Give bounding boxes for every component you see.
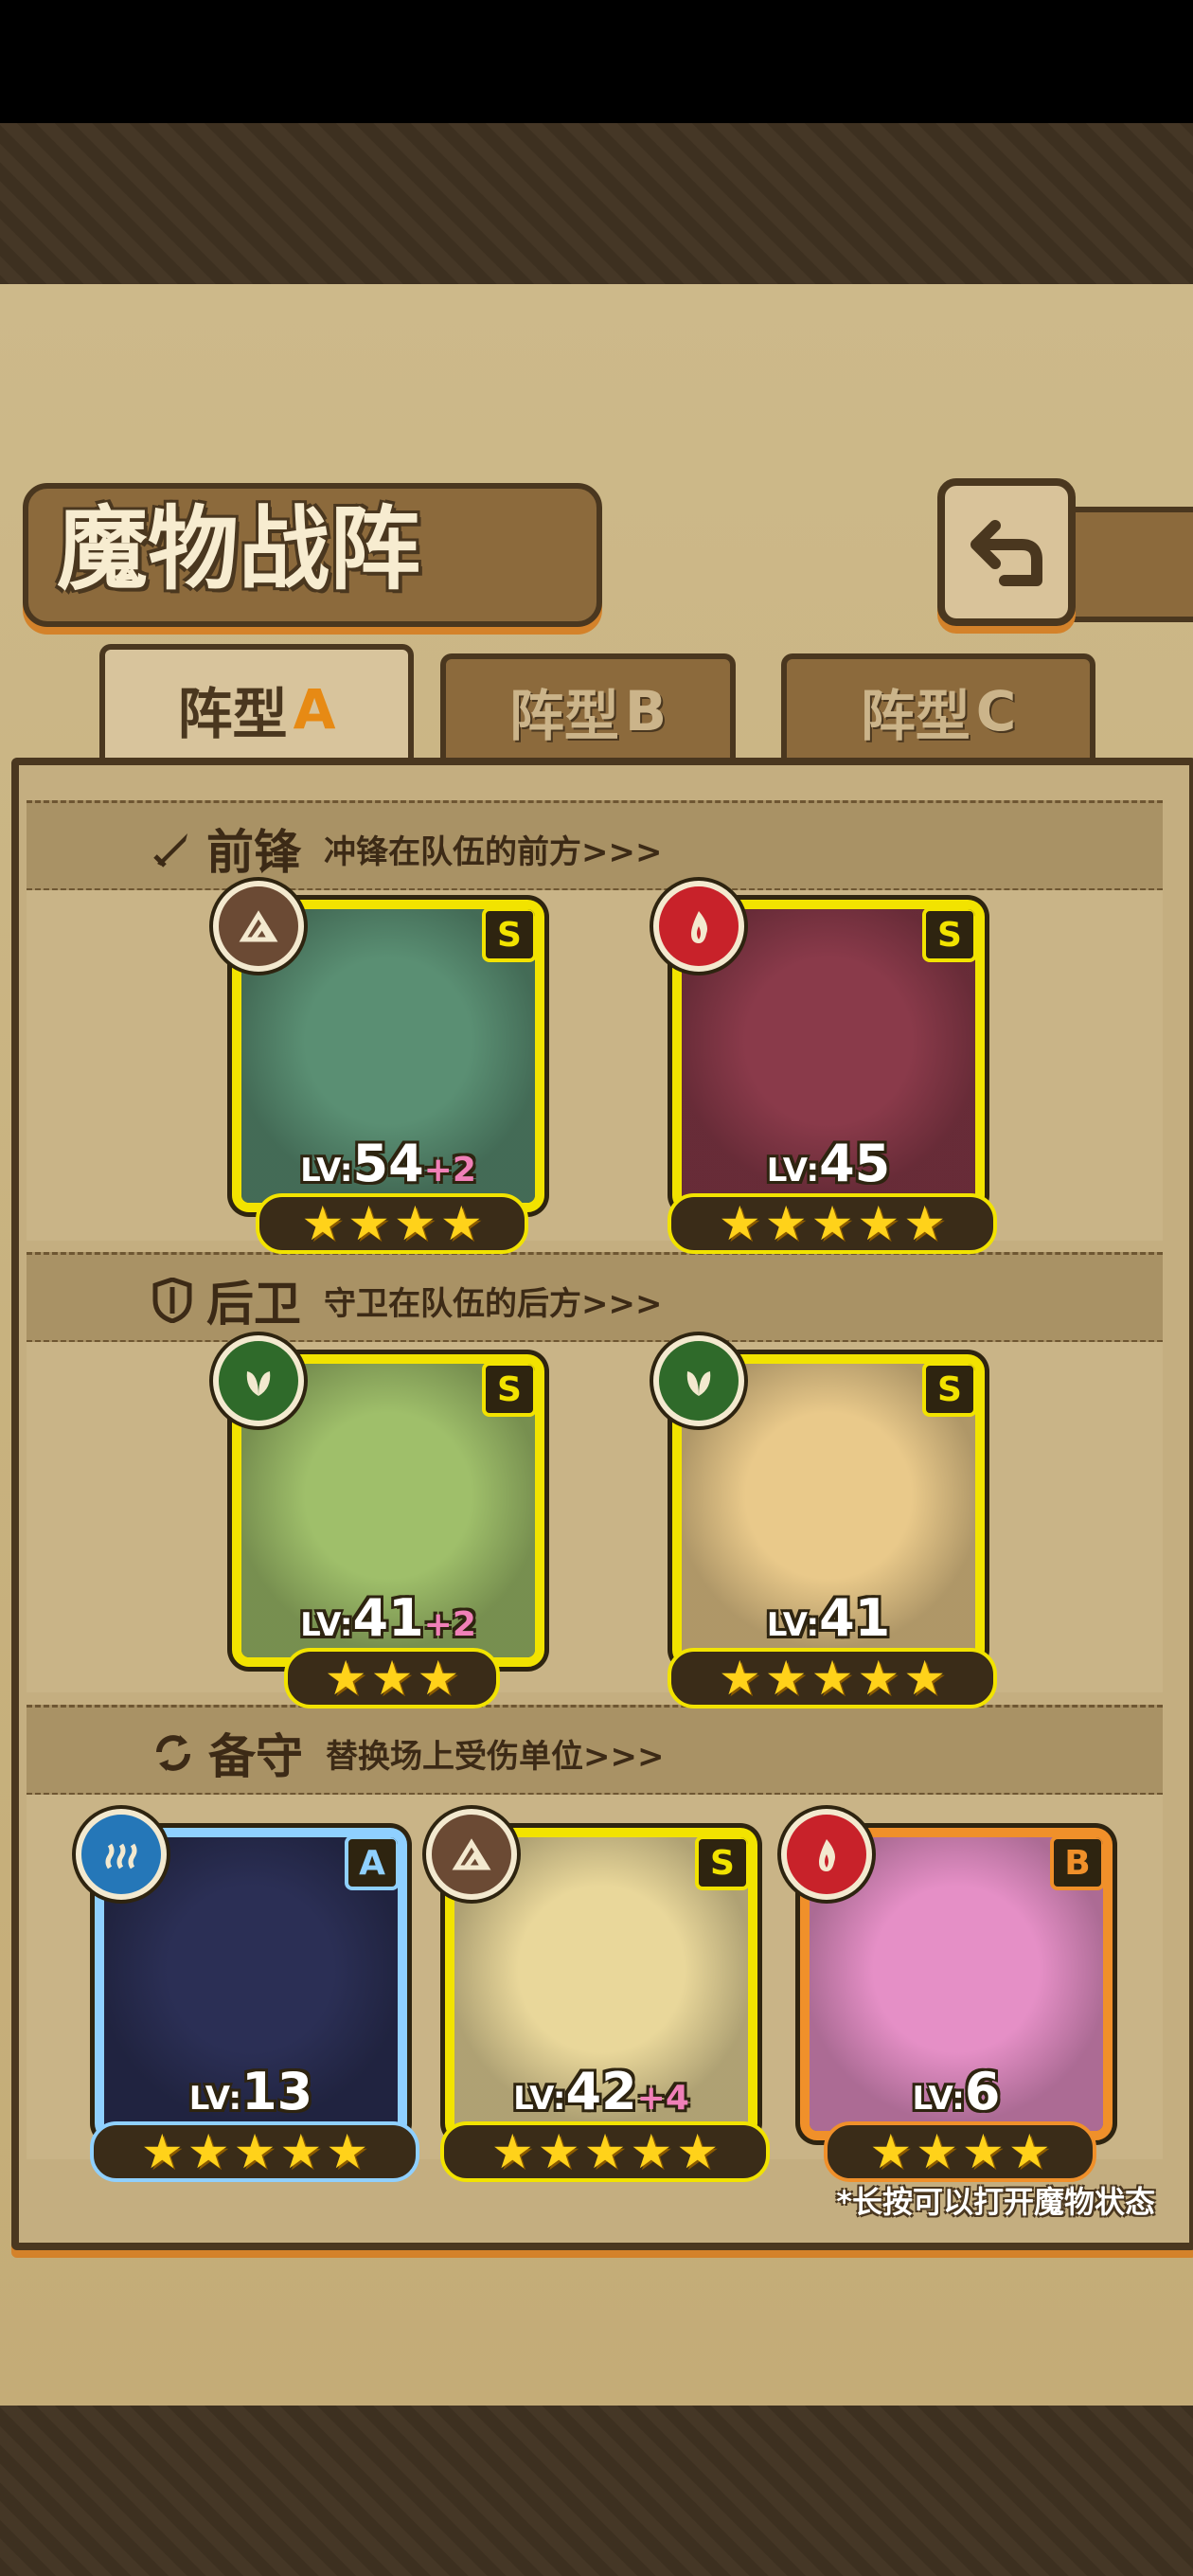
star-icon: ★ (718, 1651, 761, 1706)
star-icon: ★ (326, 2124, 369, 2179)
back-button-tail (1070, 507, 1193, 622)
star-icon: ★ (347, 1196, 390, 1251)
star-rating: ★ ★ ★ ★ ★ (440, 2121, 770, 2182)
rarity-badge: S (695, 1837, 748, 1890)
section-desc: 替换场上受伤单位>>> (326, 1737, 665, 1776)
star-icon: ★ (857, 1651, 900, 1706)
star-icon: ★ (903, 1651, 947, 1706)
star-icon: ★ (630, 2124, 673, 2179)
star-icon: ★ (233, 2124, 276, 2179)
rarity-badge: S (482, 1364, 535, 1417)
section-title-reserve: 备守 替换场上受伤单位>>> (151, 1719, 664, 1787)
back-row (27, 1342, 1163, 1692)
earth-element-icon (213, 881, 304, 972)
star-icon: ★ (1007, 2124, 1051, 2179)
rarity-badge: A (345, 1837, 398, 1890)
star-icon: ★ (187, 2124, 230, 2179)
earth-element-icon (426, 1809, 517, 1900)
fire-element-icon (781, 1809, 872, 1900)
star-icon: ★ (962, 2124, 1005, 2179)
back-button[interactable] (937, 478, 1076, 626)
star-icon: ★ (439, 1196, 483, 1251)
star-rating: ★ ★ ★ ★ (256, 1193, 528, 1254)
star-rating: ★ ★ ★ ★ ★ (90, 2121, 419, 2182)
section-desc: 守卫在队伍的后方>>> (324, 1284, 663, 1323)
star-icon: ★ (394, 1196, 436, 1251)
star-icon: ★ (370, 1651, 414, 1706)
star-icon: ★ (810, 1651, 854, 1706)
star-icon: ★ (140, 2124, 184, 2179)
section-title-back: 后卫 守卫在队伍的后方>>> (151, 1266, 662, 1334)
level-label: LV:41 (766, 1588, 891, 1648)
star-rating: ★ ★ ★ ★ ★ (668, 1648, 997, 1708)
star-icon: ★ (583, 2124, 627, 2179)
section-title-front: 前锋 冲锋在队伍的前方>>> (151, 814, 662, 883)
star-icon: ★ (857, 1196, 900, 1251)
background-top (0, 123, 1193, 294)
rarity-badge: S (922, 1364, 975, 1417)
tab-formation-c[interactable]: 阵型 C (781, 653, 1095, 763)
level-label: LV:54+2 (300, 1134, 476, 1193)
tab-letter: C (975, 679, 1017, 743)
section-name: 备守 (208, 1729, 303, 1784)
star-icon: ★ (903, 1196, 947, 1251)
tab-label: 阵型 (177, 681, 288, 746)
tab-letter: B (624, 679, 668, 743)
page-title: 魔物战阵 (57, 496, 420, 602)
long-press-hint: *长按可以打开魔物状态 (836, 2184, 1155, 2220)
shield-icon (152, 1278, 192, 1323)
tab-label: 阵型 (508, 684, 619, 748)
star-icon: ★ (718, 1196, 761, 1251)
star-icon: ★ (810, 1196, 854, 1251)
tab-formation-a[interactable]: 阵型 A (99, 644, 414, 768)
tab-label: 阵型 (860, 684, 970, 748)
background-bottom (0, 2406, 1193, 2576)
front-row (27, 890, 1163, 1241)
star-icon: ★ (324, 1651, 367, 1706)
rarity-badge: S (482, 909, 535, 962)
star-icon: ★ (676, 2124, 720, 2179)
back-arrow-icon (970, 520, 1042, 586)
section-desc: 冲锋在队伍的前方>>> (324, 832, 663, 871)
star-rating: ★ ★ ★ ★ (824, 2121, 1096, 2182)
tab-letter: A (293, 676, 336, 742)
rarity-badge: B (1050, 1837, 1103, 1890)
star-rating: ★ ★ ★ ★ ★ (668, 1193, 997, 1254)
section-name: 后卫 (206, 1277, 301, 1332)
level-label: LV:41+2 (300, 1588, 476, 1648)
sword-icon (153, 833, 187, 868)
section-name: 前锋 (206, 825, 301, 880)
fire-element-icon (653, 881, 744, 972)
nature-element-icon (213, 1335, 304, 1426)
level-label: LV:13 (188, 2062, 313, 2121)
swap-icon (156, 1735, 190, 1771)
star-icon: ★ (537, 2124, 580, 2179)
tab-formation-b[interactable]: 阵型 B (440, 653, 736, 763)
star-rating: ★ ★ ★ (284, 1648, 500, 1708)
star-icon: ★ (916, 2124, 958, 2179)
water-element-icon (76, 1809, 167, 1900)
nature-element-icon (653, 1335, 744, 1426)
level-label: LV:45 (766, 1134, 891, 1193)
star-icon: ★ (417, 1651, 460, 1706)
star-icon: ★ (279, 2124, 323, 2179)
star-icon: ★ (869, 2124, 913, 2179)
star-icon: ★ (764, 1651, 808, 1706)
level-label: LV:42+4 (513, 2062, 689, 2121)
status-bar (0, 0, 1193, 123)
star-icon: ★ (301, 1196, 345, 1251)
star-icon: ★ (490, 2124, 534, 2179)
rarity-badge: S (922, 909, 975, 962)
level-label: LV:6 (912, 2062, 1001, 2121)
star-icon: ★ (764, 1196, 808, 1251)
